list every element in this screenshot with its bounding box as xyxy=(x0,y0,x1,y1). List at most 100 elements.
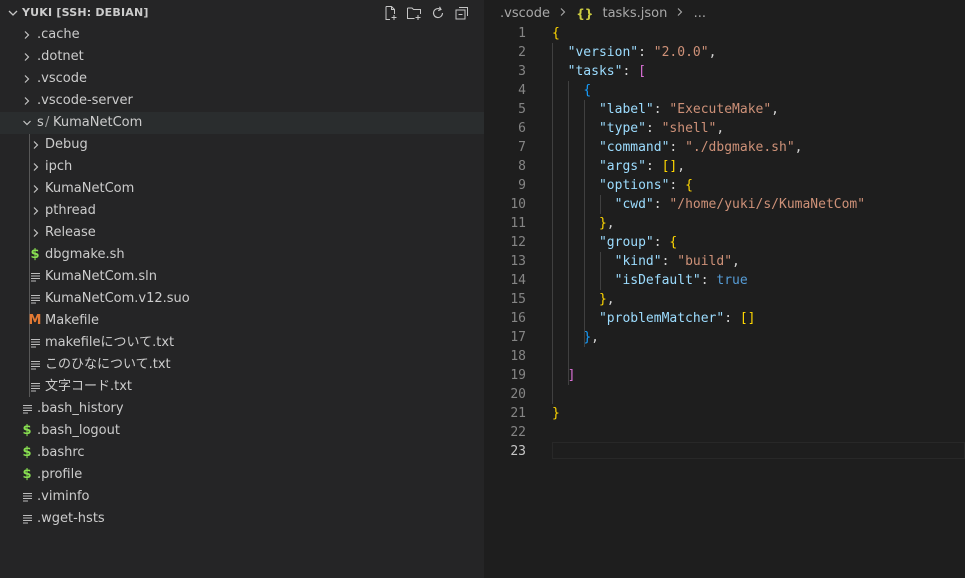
tree-file-makefile[interactable]: M Makefile xyxy=(0,310,484,332)
code-line[interactable]: 6 "type": "shell", xyxy=(484,119,965,138)
tree-item-label: .profile xyxy=(37,467,83,482)
chevron-down-icon[interactable] xyxy=(7,7,19,23)
json-string: "shell" xyxy=(661,121,717,136)
code-line[interactable]: 3 "tasks": [ xyxy=(484,62,965,81)
workspace-title: YUKI [SSH: DEBIAN] xyxy=(22,6,149,19)
code-text: : xyxy=(653,102,670,117)
code-line[interactable]: 5 "label": "ExecuteMake", xyxy=(484,100,965,119)
breadcrumb-file[interactable]: tasks.json xyxy=(602,4,667,24)
tree-file-viminfo[interactable]: .viminfo xyxy=(0,486,484,508)
tree-file-kumanetcom-suo[interactable]: KumaNetCom.v12.suo xyxy=(0,288,484,310)
json-key: "group" xyxy=(598,235,654,250)
code-editor[interactable]: 1{2 "version": "2.0.0", 3 "tasks": [4 {5 … xyxy=(484,24,965,461)
code-line[interactable]: 22 xyxy=(484,423,965,442)
path-separator: / xyxy=(45,115,50,130)
chevron-right-icon xyxy=(29,222,43,244)
explorer-header[interactable]: YUKI [SSH: DEBIAN] xyxy=(0,0,484,26)
new-folder-icon[interactable] xyxy=(406,5,422,21)
json-key: "version" xyxy=(567,45,639,60)
code-line[interactable]: 20 xyxy=(484,385,965,404)
line-number: 19 xyxy=(510,368,526,383)
code-line[interactable]: 10 "cwd": "/home/yuki/s/KumaNetCom" xyxy=(484,195,965,214)
tree-file-dbgmake[interactable]: $ dbgmake.sh xyxy=(0,244,484,266)
code-line-text: } xyxy=(552,404,560,423)
tree-file-profile[interactable]: $ .profile xyxy=(0,464,484,486)
code-text: : xyxy=(724,311,740,326)
code-line[interactable]: 15 }, xyxy=(484,290,965,309)
bracket: [] xyxy=(661,159,678,174)
tree-folder-dotnet[interactable]: .dotnet xyxy=(0,46,484,68)
tree-folder-vscode[interactable]: .vscode xyxy=(0,68,484,90)
code-text: : xyxy=(669,140,686,155)
explorer-sidebar: YUKI [SSH: DEBIAN] .cache .dotnet .vscod… xyxy=(0,0,484,578)
tree-file-bash-history[interactable]: .bash_history xyxy=(0,398,484,420)
json-key: "kind" xyxy=(614,254,662,269)
tree-file-bashrc[interactable]: $ .bashrc xyxy=(0,442,484,464)
explorer-actions xyxy=(382,5,470,21)
tree-item-label: pthread xyxy=(45,203,96,218)
code-line[interactable]: 21} xyxy=(484,404,965,423)
tree-file-bash-logout[interactable]: $ .bash_logout xyxy=(0,420,484,442)
tree-item-label: このひなについて.txt xyxy=(45,357,171,372)
code-line[interactable]: 13 "kind": "build", xyxy=(484,252,965,271)
line-number: 9 xyxy=(518,178,526,193)
line-number: 8 xyxy=(518,159,526,174)
tree-folder-ipch[interactable]: ipch xyxy=(0,156,484,178)
tree-file-wget-hsts[interactable]: .wget-hsts xyxy=(0,508,484,530)
code-line[interactable]: 4 { xyxy=(484,81,965,100)
new-file-icon[interactable] xyxy=(382,5,398,21)
tree-folder-s-kumanetcom[interactable]: s / KumaNetCom xyxy=(0,112,484,134)
breadcrumb-folder[interactable]: .vscode xyxy=(500,4,550,24)
code-line[interactable]: 2 "version": "2.0.0", xyxy=(484,43,965,62)
code-line[interactable]: 1{ xyxy=(484,24,965,43)
bracket: { xyxy=(552,26,560,41)
tree-file-kumanetcom-sln[interactable]: KumaNetCom.sln xyxy=(0,266,484,288)
code-line[interactable]: 12 "group": { xyxy=(484,233,965,252)
collapse-all-icon[interactable] xyxy=(454,5,470,21)
code-line[interactable]: 23 xyxy=(484,442,965,461)
code-line[interactable]: 8 "args": [], xyxy=(484,157,965,176)
code-line[interactable]: 7 "command": "./dbgmake.sh", xyxy=(484,138,965,157)
bracket: } xyxy=(552,406,560,421)
code-line-text: "label": "ExecuteMake", xyxy=(552,100,779,119)
chevron-right-icon xyxy=(20,24,34,46)
code-line[interactable]: 17 }, xyxy=(484,328,965,347)
tree-file-template-notes[interactable]: このひなについて.txt xyxy=(0,354,484,376)
tree-folder-release[interactable]: Release xyxy=(0,222,484,244)
line-number: 7 xyxy=(518,140,526,155)
line-number: 13 xyxy=(510,254,526,269)
code-line[interactable]: 18 xyxy=(484,347,965,366)
tree-item-label: Debug xyxy=(45,137,88,152)
code-line-text: ] xyxy=(552,366,576,385)
tree-file-makefile-notes[interactable]: makefileについて.txt xyxy=(0,332,484,354)
chevron-right-icon xyxy=(20,68,34,90)
code-line-text: }, xyxy=(552,328,599,347)
tree-item-label: makefileについて.txt xyxy=(45,335,175,350)
tree-folder-kumanetcom[interactable]: KumaNetCom xyxy=(0,178,484,200)
file-tree: .cache .dotnet .vscode .vscode-server s … xyxy=(0,24,484,530)
code-line[interactable]: 14 "isDefault": true xyxy=(484,271,965,290)
code-line-text: "command": "./dbgmake.sh", xyxy=(552,138,803,157)
tree-item-label: .bashrc xyxy=(37,445,85,460)
tree-folder-pthread[interactable]: pthread xyxy=(0,200,484,222)
code-line[interactable]: 11 }, xyxy=(484,214,965,233)
json-string: "ExecuteMake" xyxy=(669,102,772,117)
refresh-icon[interactable] xyxy=(430,5,446,21)
tree-folder-vscode-server[interactable]: .vscode-server xyxy=(0,90,484,112)
code-text: , xyxy=(794,140,803,155)
tree-folder-debug[interactable]: Debug xyxy=(0,134,484,156)
code-line[interactable]: 19 ] xyxy=(484,366,965,385)
line-number: 5 xyxy=(518,102,526,117)
json-string: "./dbgmake.sh" xyxy=(685,140,795,155)
code-line-text: "args": [], xyxy=(552,157,685,176)
tree-folder-cache[interactable]: .cache xyxy=(0,24,484,46)
code-line[interactable]: 9 "options": { xyxy=(484,176,965,195)
breadcrumb-more[interactable]: ... xyxy=(694,4,706,24)
code-line[interactable]: 16 "problemMatcher": [] xyxy=(484,309,965,328)
tree-item-label: KumaNetCom.v12.suo xyxy=(45,291,190,306)
tree-file-charcode-notes[interactable]: 文字コード.txt xyxy=(0,376,484,398)
